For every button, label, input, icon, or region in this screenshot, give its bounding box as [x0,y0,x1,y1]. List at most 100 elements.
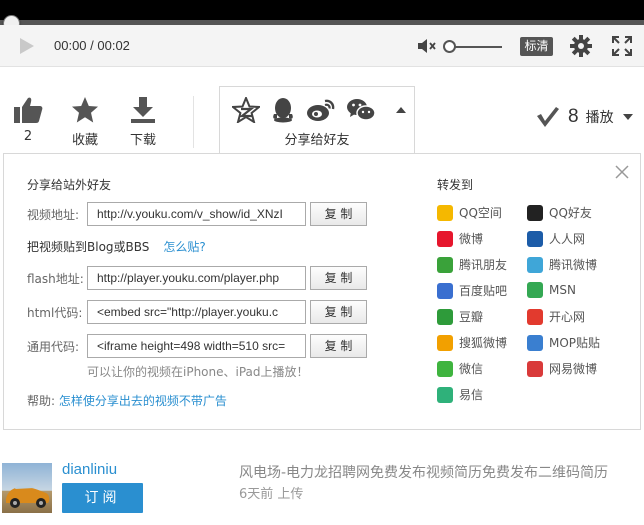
forward-site-mop[interactable]: MOP贴贴 [527,334,600,351]
wechat-share-icon[interactable] [346,97,376,123]
copy-video-url-button[interactable]: 复 制 [310,202,367,226]
favorite-label: 收藏 [71,133,98,148]
thumbs-up-icon [14,97,43,123]
forward-site-kaixin[interactable]: 开心网 [527,308,585,325]
quality-button[interactable]: 标清 [520,37,553,56]
generic-code-label: 通用代码: [27,340,80,354]
action-divider [193,96,194,148]
time-display: 00:00 / 00:02 [54,38,130,53]
forward-site-qq[interactable]: QQ好友 [527,204,592,221]
volume-handle[interactable] [443,40,456,53]
help-link[interactable]: 怎样使分享出去的视频不带广告 [59,394,227,408]
forward-site-tencent-weibo[interactable]: 腾讯微博 [527,256,597,273]
like-count: 2 [23,129,33,144]
help-label: 帮助: [27,394,56,408]
fullscreen-icon[interactable] [612,36,632,56]
play-count: 8 [568,106,579,127]
yixin-icon [437,386,453,403]
avatar[interactable] [2,463,52,513]
embed-title: 把视频贴到Blog或BBS 怎么贴? [27,238,206,255]
forward-site-renren[interactable]: 人人网 [527,230,585,247]
download-button[interactable]: 下载 [121,96,165,148]
volume-slider[interactable] [448,46,502,48]
share-tab[interactable]: 分享给好友 [219,86,415,154]
forward-site-qzone[interactable]: QQ空间 [437,204,502,221]
forward-site-label: MSN [549,283,576,297]
forward-site-msn[interactable]: MSN [527,282,576,298]
download-label: 下载 [129,133,156,148]
forward-site-wechat[interactable]: 微信 [437,360,483,377]
qq-share-icon[interactable] [270,97,296,123]
pengyou-icon [437,256,453,273]
uploader-name[interactable]: dianliniu [62,461,117,478]
play-count-dropdown[interactable]: 8 播放 [536,106,633,128]
copy-generic-button[interactable]: 复 制 [310,334,367,358]
forward-site-pengyou[interactable]: 腾讯朋友 [437,256,507,273]
html-code-field[interactable]: <embed src="http://player.youku.c [87,300,306,324]
qq-icon [527,204,543,221]
uploader-description: 风电场-电力龙招聘网免费发布视频简历免费发布二维码简历 [239,465,609,481]
wechat-icon [437,360,453,377]
volume-mute-icon[interactable] [416,36,438,56]
forward-site-yixin[interactable]: 易信 [437,386,483,403]
flash-label: flash地址: [27,272,84,286]
iphone-hint: 可以让你的视频在iPhone、iPad上播放！ [87,365,309,379]
weibo-icon [437,230,453,247]
copy-flash-button[interactable]: 复 制 [310,266,367,290]
forward-site-label: QQ好友 [549,206,592,220]
forward-site-label: 腾讯朋友 [459,258,508,272]
forward-site-weibo[interactable]: 微博 [437,230,483,247]
share-panel: 分享给站外好友 视频地址: http://v.youku.com/v_show/… [3,153,641,430]
download-icon [131,97,155,123]
external-share-title: 分享给站外好友 [27,178,112,192]
collapse-caret-icon[interactable] [396,107,406,113]
video-url-label: 视频地址: [27,208,80,222]
favorite-button[interactable]: 收藏 [63,96,107,148]
forward-site-label: QQ空间 [459,206,502,220]
copy-html-button[interactable]: 复 制 [310,300,367,324]
html-label: html代码: [27,306,83,320]
tieba-icon [437,282,453,299]
subscribe-button[interactable]: 订阅 [62,483,143,513]
forward-site-label: MOP贴贴 [549,336,601,350]
forward-site-label: 易信 [459,388,484,402]
netease-weibo-icon [527,360,543,377]
gear-icon[interactable] [570,35,592,57]
flash-url-field[interactable]: http://player.youku.com/player.php [87,266,306,290]
forward-site-label: 人人网 [549,232,586,246]
play-label: 播放 [585,110,614,126]
close-icon[interactable] [614,164,630,180]
forward-site-tieba[interactable]: 百度贴吧 [437,282,507,299]
msn-icon [527,282,543,298]
chevron-down-icon [622,114,633,120]
video-url-field[interactable]: http://v.youku.com/v_show/id_XNzI [87,202,306,226]
forward-site-label: 搜狐微博 [459,336,508,350]
sohu-weibo-icon [437,334,453,351]
video-area[interactable] [0,0,644,20]
renren-icon [527,230,543,247]
car-avatar-image [6,484,50,508]
help-row: 帮助: 怎样使分享出去的视频不带广告 [27,392,227,409]
play-icon[interactable] [20,38,34,54]
player-controls: 00:00 / 00:02 标清 [0,25,644,67]
douban-icon [437,308,453,325]
upload-time: 6天前 上传 [239,487,304,502]
qzone-share-icon[interactable] [232,97,260,123]
generic-code-field[interactable]: <iframe height=498 width=510 src= [87,334,306,358]
like-button[interactable]: 2 [6,96,50,144]
play-check-icon [537,107,559,127]
forward-site-label: 豆瓣 [459,310,484,324]
forward-site-sohu-weibo[interactable]: 搜狐微博 [437,334,507,351]
forward-site-label: 微博 [459,232,484,246]
forward-site-label: 开心网 [549,310,586,324]
forward-title: 转发到 [437,178,474,192]
forward-site-netease-weibo[interactable]: 网易微博 [527,360,597,377]
forward-site-label: 微信 [459,362,484,376]
forward-site-douban[interactable]: 豆瓣 [437,308,483,325]
kaixin-icon [527,308,543,325]
forward-site-label: 网易微博 [549,362,598,376]
forward-site-label: 腾讯微博 [549,258,598,272]
howto-link[interactable]: 怎么贴? [163,240,205,254]
weibo-share-icon[interactable] [306,97,336,123]
forward-site-label: 百度贴吧 [459,284,508,298]
